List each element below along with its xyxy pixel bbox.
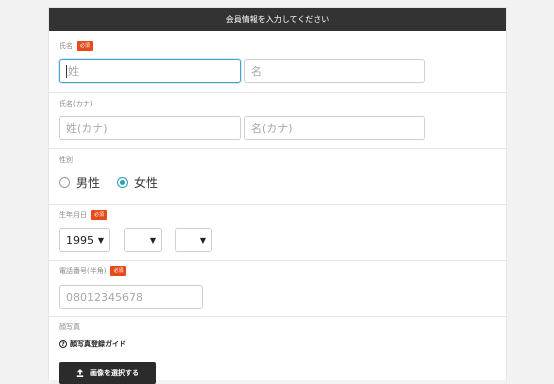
last-name-kana-placeholder: 姓(カナ) — [66, 122, 108, 135]
first-name-placeholder: 名 — [251, 65, 262, 78]
birthdate-label-row: 生年月日 必須 — [59, 210, 108, 220]
photo-guide-text: 顔写真登録ガイド — [70, 340, 126, 348]
name-label: 氏名 — [59, 42, 73, 50]
chevron-down-icon: ▼ — [199, 235, 206, 245]
chevron-down-icon: ▼ — [149, 235, 156, 245]
birth-day-select[interactable]: ▼ — [175, 228, 212, 252]
form-title: 会員情報を入力してください — [225, 15, 330, 24]
member-info-form: 会員情報を入力してください 氏名 必須 姓 名 氏名(カナ) 姓(カナ) 名(カ… — [48, 7, 507, 384]
gender-option-female-label: 女性 — [134, 176, 159, 190]
kana-label-row: 氏名(カナ) — [59, 99, 92, 109]
birthdate-label: 生年月日 — [59, 211, 87, 219]
required-badge: 必須 — [77, 41, 94, 51]
radio-unchecked-icon — [59, 177, 70, 188]
upload-icon — [76, 369, 84, 377]
gender-label: 性別 — [59, 156, 73, 164]
gender-label-row: 性別 — [59, 155, 73, 165]
gender-radio-female[interactable]: 女性 — [117, 174, 158, 191]
phone-label: 電話番号(半角) — [59, 267, 107, 275]
birth-month-select[interactable]: ▼ — [124, 228, 162, 252]
divider — [49, 316, 506, 317]
form-header: 会員情報を入力してください — [49, 8, 506, 31]
divider — [49, 92, 506, 93]
radio-checked-icon — [117, 177, 128, 188]
first-name-input[interactable]: 名 — [244, 59, 425, 83]
select-image-label: 画像を選択する — [90, 369, 139, 377]
required-badge: 必須 — [110, 266, 127, 276]
photo-guide-link[interactable]: ? 顔写真登録ガイド — [59, 339, 126, 349]
photo-label-row: 顔写真 — [59, 322, 80, 332]
chevron-down-icon: ▼ — [97, 235, 104, 245]
first-name-kana-input[interactable]: 名(カナ) — [244, 116, 425, 140]
name-label-row: 氏名 必須 — [59, 41, 94, 51]
divider — [49, 204, 506, 205]
phone-placeholder: 08012345678 — [66, 290, 143, 304]
birth-year-value: 1995 — [66, 233, 94, 247]
photo-label: 顔写真 — [59, 323, 80, 331]
phone-input[interactable]: 08012345678 — [59, 285, 203, 309]
last-name-kana-input[interactable]: 姓(カナ) — [59, 116, 241, 140]
question-icon: ? — [59, 340, 67, 348]
gender-radio-male[interactable]: 男性 — [59, 174, 100, 191]
required-badge: 必須 — [91, 210, 108, 220]
phone-label-row: 電話番号(半角) 必須 — [59, 266, 127, 276]
divider — [49, 148, 506, 149]
divider — [49, 260, 506, 261]
gender-option-male-label: 男性 — [76, 176, 101, 190]
select-image-button[interactable]: 画像を選択する — [59, 362, 156, 384]
kana-label: 氏名(カナ) — [59, 100, 93, 108]
last-name-placeholder: 姓 — [68, 65, 79, 78]
last-name-input[interactable]: 姓 — [59, 59, 241, 83]
birth-year-select[interactable]: 1995 ▼ — [59, 228, 110, 252]
text-caret — [66, 64, 67, 78]
first-name-kana-placeholder: 名(カナ) — [251, 122, 293, 135]
